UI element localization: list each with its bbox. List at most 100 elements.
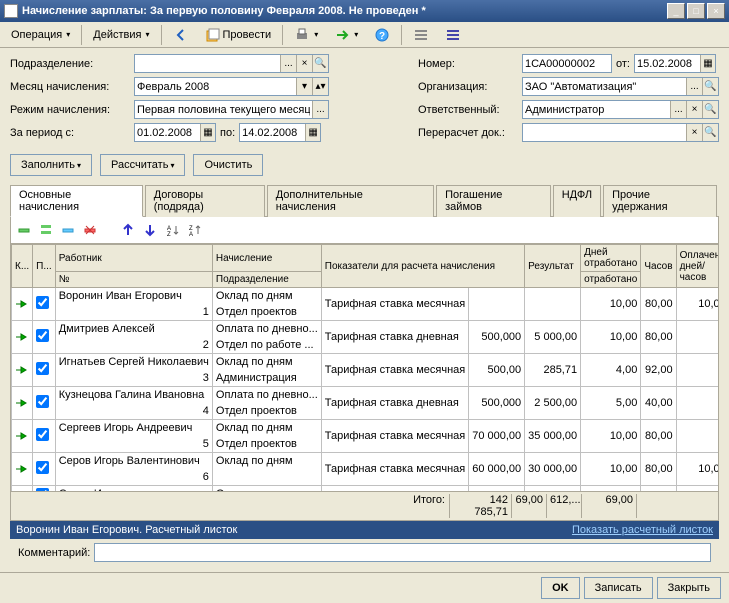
col-chasov[interactable]: Часов: [641, 245, 676, 288]
grid[interactable]: К... П... Работник Начисление Показатели…: [10, 244, 719, 492]
list-button-2[interactable]: [438, 24, 468, 46]
sort-asc-icon[interactable]: AZ: [163, 221, 181, 239]
search-button[interactable]: 🔍: [702, 101, 718, 118]
table-row[interactable]: Сергеев Игорь АндреевичОклад по днямТари…: [12, 420, 720, 437]
clear-button[interactable]: ×: [686, 101, 702, 118]
col-p[interactable]: П...: [33, 245, 56, 288]
period-to-input[interactable]: [240, 124, 305, 141]
main-toolbar: Операция Действия Провести ?: [0, 22, 729, 48]
col-k[interactable]: К...: [12, 245, 33, 288]
period-label: За период с:: [10, 127, 130, 139]
go-dropdown[interactable]: [327, 24, 365, 46]
dropdown-button[interactable]: ▾: [296, 78, 312, 95]
print-dropdown[interactable]: [287, 24, 325, 46]
row-checkbox[interactable]: [36, 296, 49, 309]
actions-menu[interactable]: Действия: [86, 26, 156, 44]
search-button[interactable]: 🔍: [312, 55, 328, 72]
row-checkbox[interactable]: [36, 362, 49, 375]
table-row[interactable]: Серов Игорь ВалентиновичОклад по днямТар…: [12, 453, 720, 470]
ot-label: от:: [616, 58, 630, 70]
mesyac-input[interactable]: [135, 78, 296, 95]
tab-5[interactable]: Прочие удержания: [603, 185, 717, 217]
nomer-label: Номер:: [418, 58, 518, 70]
otv-input[interactable]: [523, 101, 670, 118]
operation-menu[interactable]: Операция: [4, 26, 77, 44]
insert-row-icon[interactable]: [37, 221, 55, 239]
comment-input[interactable]: [94, 543, 711, 562]
table-row[interactable]: Дмитриев АлексейОплата по дневно...Тариф…: [12, 321, 720, 338]
help-button[interactable]: ?: [367, 24, 397, 46]
col-rabotnik[interactable]: Работник: [55, 245, 212, 272]
rezhim-input[interactable]: [135, 101, 312, 118]
grid-toolbar: AZ ZA: [10, 217, 719, 244]
minimize-button[interactable]: _: [667, 3, 685, 19]
row-checkbox[interactable]: [36, 461, 49, 474]
zakryt-button[interactable]: Закрыть: [657, 577, 721, 599]
select-button[interactable]: ...: [670, 101, 686, 118]
select-button[interactable]: ...: [312, 101, 328, 118]
search-button[interactable]: 🔍: [702, 78, 718, 95]
nomer-input[interactable]: [522, 54, 612, 73]
window-title: Начисление зарплаты: За первую половину …: [22, 5, 667, 17]
titlebar: Начисление зарплаты: За первую половину …: [0, 0, 729, 22]
col-n[interactable]: №: [55, 272, 212, 288]
podrazdelenie-label: Подразделение:: [10, 58, 130, 70]
move-down-icon[interactable]: [141, 221, 159, 239]
calendar-button[interactable]: ▦: [700, 55, 715, 72]
delete-row-icon[interactable]: [81, 221, 99, 239]
back-button[interactable]: [166, 24, 196, 46]
row-checkbox[interactable]: [36, 395, 49, 408]
ochistit-button[interactable]: Очистить: [193, 154, 263, 176]
svg-text:?: ?: [379, 31, 385, 42]
form-area: Подразделение: ... × 🔍 Месяц начисления:…: [0, 48, 729, 572]
col-rezultat[interactable]: Результат: [525, 245, 581, 288]
col-podr[interactable]: Подразделение: [212, 272, 321, 288]
row-checkbox[interactable]: [36, 329, 49, 342]
col-nachislenie[interactable]: Начисление: [212, 245, 321, 272]
col-dnei[interactable]: Дней отработано: [581, 245, 641, 272]
zapisat-button[interactable]: Записать: [584, 577, 653, 599]
clear-button[interactable]: ×: [686, 124, 702, 141]
select-button[interactable]: ...: [686, 78, 702, 95]
tab-1[interactable]: Договоры (подряда): [145, 185, 265, 217]
pereraschet-label: Перерасчет док.:: [418, 127, 518, 139]
period-from-input[interactable]: [135, 124, 200, 141]
col-pokazateli[interactable]: Показатели для расчета начисления: [321, 245, 524, 288]
maximize-button[interactable]: □: [687, 3, 705, 19]
add-row-icon[interactable]: [15, 221, 33, 239]
comment-label: Комментарий:: [18, 547, 90, 559]
move-up-icon[interactable]: [119, 221, 137, 239]
clear-button[interactable]: ×: [296, 55, 312, 72]
svg-text:Z: Z: [167, 232, 171, 237]
search-button[interactable]: 🔍: [702, 124, 718, 141]
row-checkbox[interactable]: [36, 428, 49, 441]
mesyac-label: Месяц начисления:: [10, 81, 130, 93]
table-row[interactable]: Кузнецова Галина ИвановнаОплата по дневн…: [12, 387, 720, 404]
date-input[interactable]: [635, 55, 700, 72]
tab-0[interactable]: Основные начисления: [10, 185, 143, 217]
sort-desc-icon[interactable]: ZA: [185, 221, 203, 239]
calendar-button[interactable]: ▦: [200, 124, 215, 141]
podrazdelenie-input[interactable]: [135, 55, 280, 72]
edit-row-icon[interactable]: [59, 221, 77, 239]
status-bar: Воронин Иван Егорович. Расчетный листок …: [10, 521, 719, 539]
zapolnit-button[interactable]: Заполнить: [10, 154, 92, 176]
calendar-button[interactable]: ▦: [305, 124, 320, 141]
col-oplacheno[interactable]: Оплачено дней/часов: [676, 245, 719, 288]
ok-button[interactable]: OK: [541, 577, 580, 599]
tab-2[interactable]: Дополнительные начисления: [267, 185, 434, 217]
table-row[interactable]: Воронин Иван ЕгоровичОклад по днямТарифн…: [12, 288, 720, 305]
tab-4[interactable]: НДФЛ: [553, 185, 601, 217]
provesti-button[interactable]: Провести: [198, 24, 279, 46]
list-button-1[interactable]: [406, 24, 436, 46]
close-button[interactable]: ×: [707, 3, 725, 19]
select-button[interactable]: ...: [280, 55, 296, 72]
show-payslip-link[interactable]: Показать расчетный листок: [572, 524, 713, 536]
tab-3[interactable]: Погашение займов: [436, 185, 551, 217]
table-row[interactable]: Игнатьев Сергей НиколаевичОклад по днямТ…: [12, 354, 720, 371]
pereraschet-input[interactable]: [523, 124, 686, 141]
spin-button[interactable]: ▴▾: [312, 78, 328, 95]
rasschitat-button[interactable]: Рассчитать: [100, 154, 185, 176]
otv-label: Ответственный:: [418, 104, 518, 116]
org-input[interactable]: [523, 78, 686, 95]
